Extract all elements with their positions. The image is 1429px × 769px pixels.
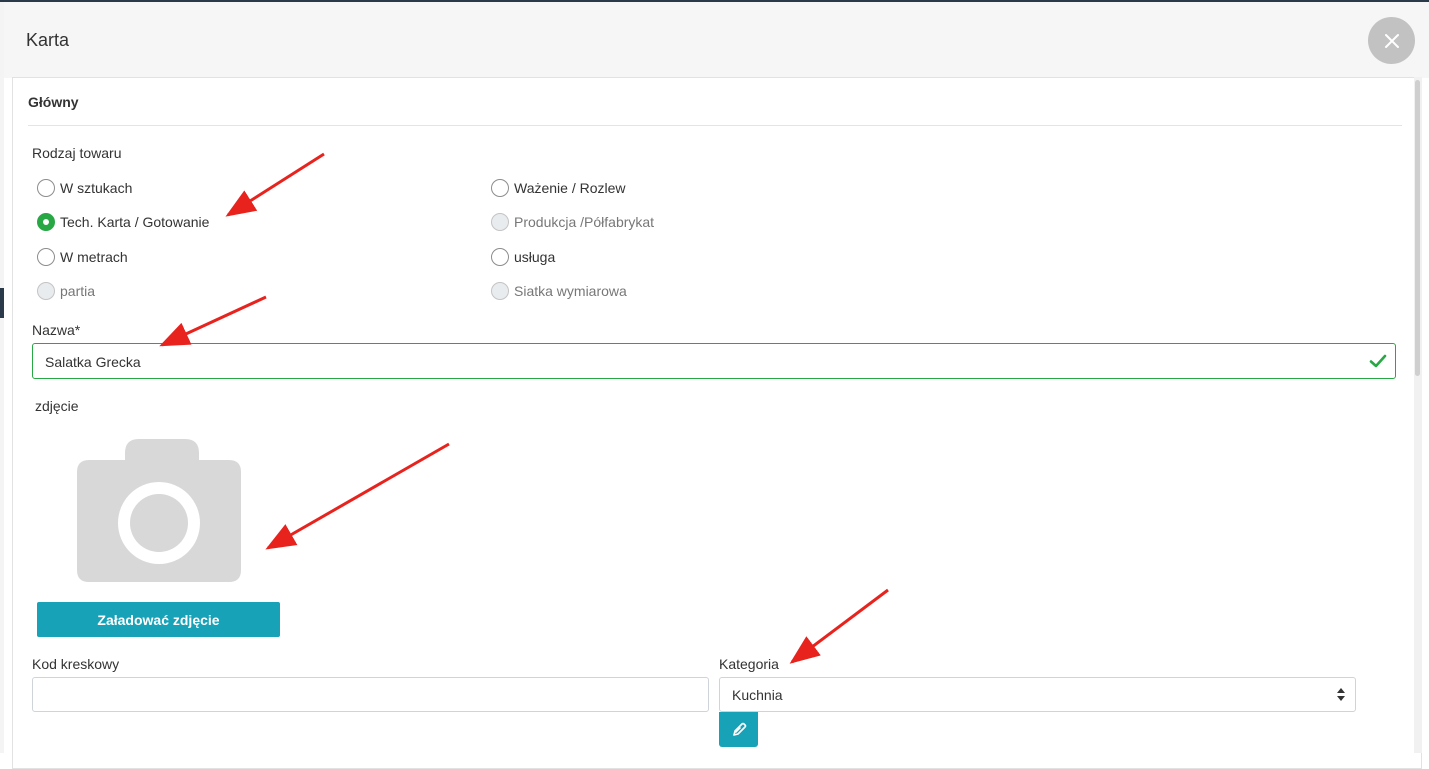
edit-category-button[interactable] <box>719 712 758 747</box>
barcode-label: Kod kreskowy <box>32 656 120 672</box>
radio-circle-disabled <box>491 213 509 231</box>
radio-label: Tech. Karta / Gotowanie <box>60 214 210 230</box>
radio-circle[interactable] <box>491 179 509 197</box>
radio-label: Ważenie / Rozlew <box>514 180 626 196</box>
radio-label: usługa <box>514 249 556 265</box>
tab-glowny[interactable]: Główny <box>28 94 79 110</box>
radio-label: Siatka wymiarowa <box>514 283 627 299</box>
barcode-input[interactable] <box>32 677 709 712</box>
name-field-label: Nazwa* <box>32 322 81 338</box>
category-label: Kategoria <box>719 656 779 672</box>
radio-wazenie-rozlew[interactable]: Ważenie / Rozlew <box>491 179 626 197</box>
camera-placeholder-icon <box>77 439 241 582</box>
radio-label: W metrach <box>60 249 128 265</box>
radio-circle[interactable] <box>37 179 55 197</box>
modal-title: Karta <box>26 30 70 50</box>
modal-header: Karta <box>4 2 1429 78</box>
radio-produkcja-polfabrykat: Produkcja /Półfabrykat <box>491 213 654 231</box>
close-icon <box>1384 33 1399 48</box>
radio-w-metrach[interactable]: W metrach <box>37 248 128 266</box>
pencil-icon <box>732 722 746 736</box>
background-page-strip <box>0 2 4 753</box>
radio-circle-disabled <box>491 282 509 300</box>
sort-caret-icon <box>1337 688 1345 701</box>
name-input-value: Salatka Grecka <box>45 354 141 370</box>
radio-label: partia <box>60 283 96 299</box>
radio-siatka-wymiarowa: Siatka wymiarowa <box>491 282 627 300</box>
radio-label: W sztukach <box>60 180 133 196</box>
radio-circle-checked[interactable] <box>37 213 55 231</box>
panel-divider <box>28 125 1402 126</box>
radio-circle-disabled <box>37 282 55 300</box>
main-panel: Główny <box>12 77 1422 769</box>
radio-circle[interactable] <box>491 248 509 266</box>
radio-partia: partia <box>37 282 95 300</box>
background-page-marker <box>0 288 4 318</box>
scrollbar-thumb[interactable] <box>1415 80 1420 376</box>
product-type-label: Rodzaj towaru <box>32 145 122 161</box>
category-selected-value: Kuchnia <box>732 687 783 703</box>
radio-tech-karta-gotowanie[interactable]: Tech. Karta / Gotowanie <box>37 213 209 231</box>
name-input[interactable]: Salatka Grecka <box>32 343 1396 379</box>
radio-w-sztukach[interactable]: W sztukach <box>37 179 132 197</box>
valid-check-icon <box>1369 354 1387 368</box>
upload-photo-button[interactable]: Załadować zdjęcie <box>37 602 280 637</box>
photo-label: zdjęcie <box>35 398 79 414</box>
radio-usluga[interactable]: usługa <box>491 248 555 266</box>
category-select[interactable]: Kuchnia <box>719 677 1356 712</box>
radio-circle[interactable] <box>37 248 55 266</box>
close-button[interactable] <box>1368 17 1415 64</box>
radio-label: Produkcja /Półfabrykat <box>514 214 655 230</box>
